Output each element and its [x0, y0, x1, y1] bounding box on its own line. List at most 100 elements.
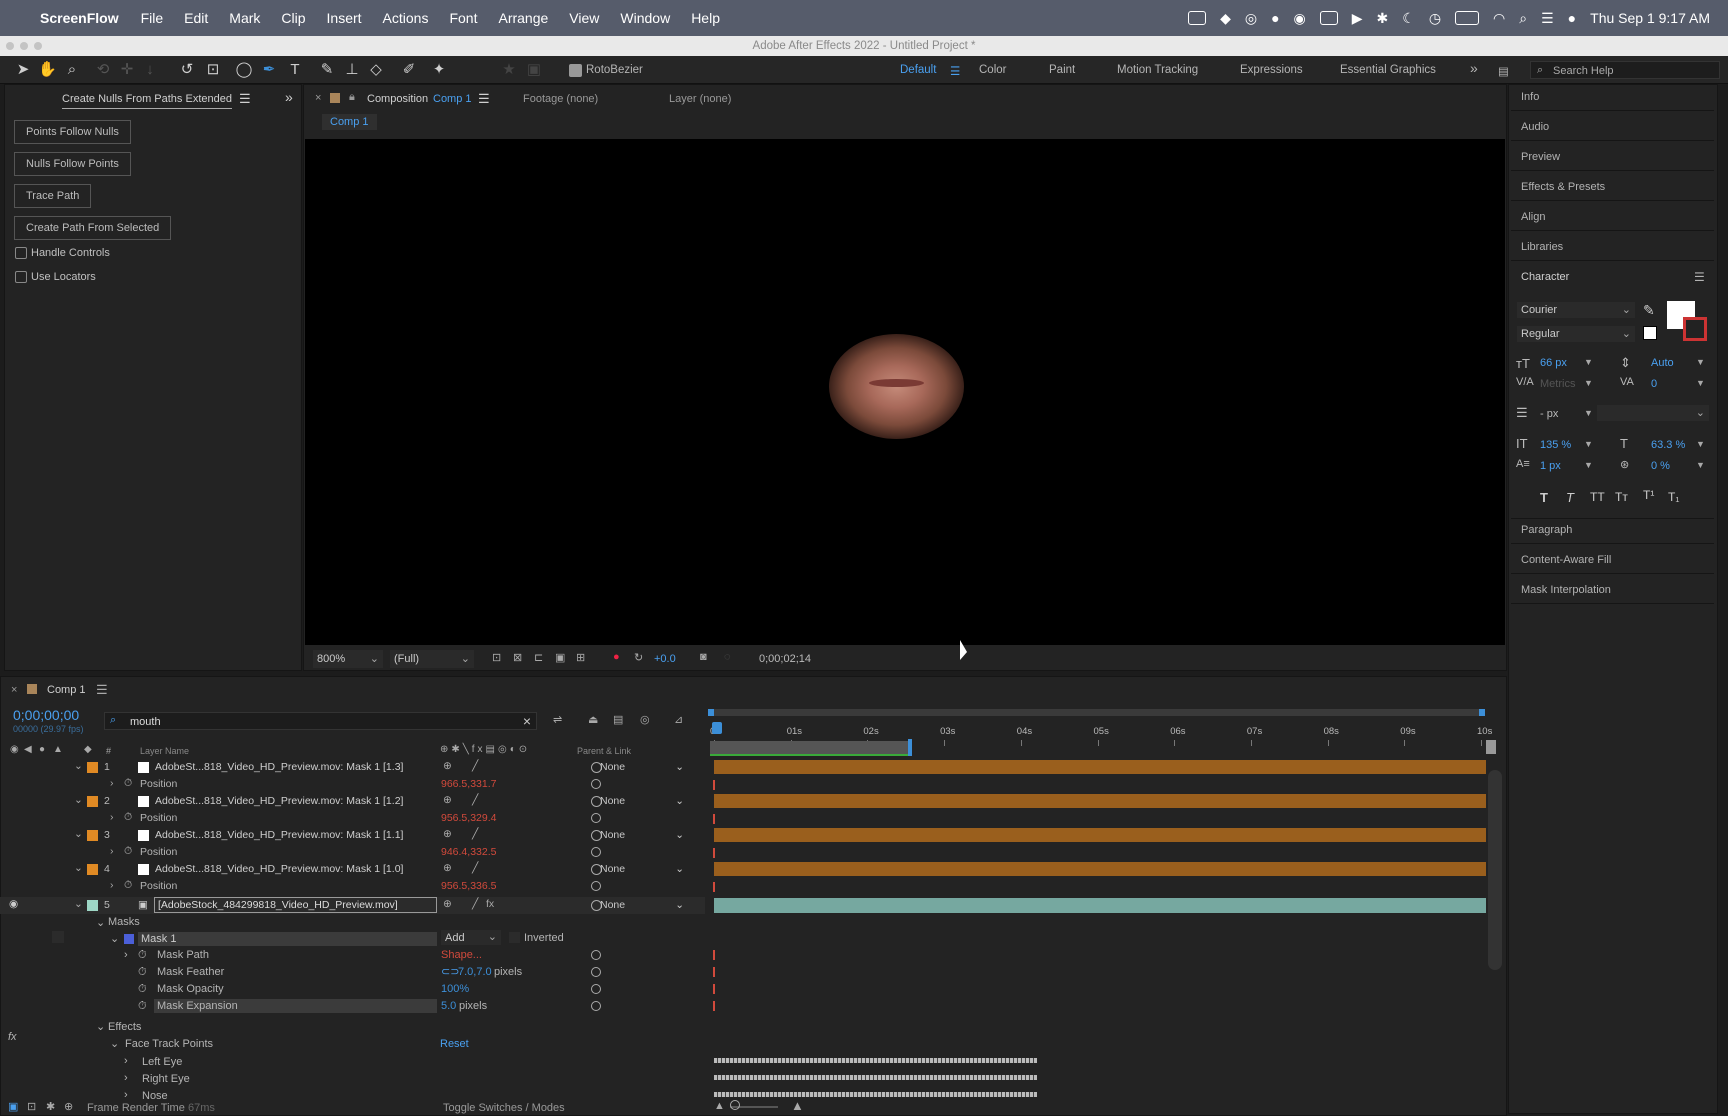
parent-dropdown[interactable]: None ⌄ [600, 863, 684, 875]
constrain-link-icon[interactable]: ⊂⊃ [441, 965, 459, 978]
paragraph-panel[interactable]: Paragraph [1521, 524, 1572, 536]
creative-cloud-icon[interactable]: ◎ [1245, 10, 1257, 27]
type-tool-icon[interactable]: T [286, 61, 304, 79]
close-timeline-tab-icon[interactable]: × [11, 684, 17, 696]
faux-italic-icon[interactable]: T [1566, 490, 1574, 505]
dropdown-arrow-icon[interactable]: ▼ [1696, 460, 1705, 470]
layer-duration-bar[interactable] [714, 794, 1486, 808]
expression-pickwhip-icon[interactable] [591, 813, 601, 823]
layer-row[interactable]: ⌄ 2 AdobeSt...818_Video_HD_Preview.mov: … [0, 793, 705, 810]
siri-icon[interactable]: ● [1568, 10, 1576, 26]
layer-name[interactable]: AdobeSt...818_Video_HD_Preview.mov: Mask… [155, 795, 403, 807]
minimize-window-icon[interactable] [20, 42, 28, 50]
quality-switch-icon[interactable]: ╱ [472, 794, 478, 806]
menu-window[interactable]: Window [620, 10, 670, 26]
stopwatch-icon[interactable]: ⏱ [138, 966, 147, 979]
chevron-down-icon[interactable]: ⌄ [74, 794, 83, 806]
position-value[interactable]: 956.5,329.4 [441, 812, 496, 824]
close-comp-tab-icon[interactable]: × [315, 92, 321, 104]
dropdown-arrow-icon[interactable]: ▼ [1584, 378, 1593, 388]
position-row[interactable]: › ⏱ Position 946.4,332.5 [0, 844, 705, 861]
zoom-dropdown[interactable]: 800% ⌄ [313, 650, 383, 668]
keyframe-track[interactable] [714, 1075, 1037, 1080]
rotate-tool-icon[interactable]: ↺ [178, 61, 196, 79]
clock-icon[interactable]: ◷ [1429, 10, 1441, 27]
chevron-right-icon[interactable]: › [110, 879, 114, 891]
shy-switch-icon[interactable]: ⊕ [443, 760, 452, 772]
moon-icon[interactable]: ☾ [1402, 10, 1415, 27]
dropdown-arrow-icon[interactable]: ▼ [1584, 460, 1593, 470]
stopwatch-icon[interactable]: ⏱ [138, 983, 147, 996]
parent-dropdown[interactable]: None ⌄ [600, 829, 684, 841]
layer-name-field[interactable]: [AdobeStock_484299818_Video_HD_Preview.m… [154, 897, 437, 913]
mask-interpolation-panel[interactable]: Mask Interpolation [1521, 584, 1611, 596]
keyframe-track[interactable] [714, 1092, 1037, 1097]
render-settings-icon[interactable]: ▣ [8, 1100, 18, 1113]
stopwatch-icon[interactable]: ⏱ [124, 845, 132, 858]
masks-expander-icon[interactable]: ⌄ [96, 916, 105, 929]
layer-row[interactable]: ⌄ 4 AdobeSt...818_Video_HD_Preview.mov: … [0, 861, 705, 878]
effects-group-label[interactable]: Effects [108, 1021, 141, 1033]
comp-marker-well[interactable] [1486, 740, 1496, 754]
menu-app-name[interactable]: ScreenFlow [40, 10, 119, 26]
shy-layers-icon[interactable]: ⏏ [588, 713, 598, 726]
comp-viewer[interactable] [305, 139, 1505, 645]
screen-record-icon[interactable] [1188, 11, 1207, 25]
keyframe-marker[interactable] [713, 984, 715, 994]
chevron-right-icon[interactable]: › [124, 1072, 128, 1084]
quality-switch-icon[interactable]: ╱ [472, 828, 478, 840]
face-track-points-effect[interactable]: Face Track Points [125, 1038, 213, 1050]
pan-tool-icon[interactable]: ✛ [118, 61, 136, 79]
use-locators-checkbox[interactable] [15, 271, 27, 283]
shy-switch-icon[interactable]: ⊕ [443, 828, 452, 840]
panel-menu-icon[interactable]: ☰ [239, 91, 251, 107]
zoom-out-icon[interactable]: ▲ [714, 1100, 725, 1112]
orbit-tool-icon[interactable]: ⟲ [94, 61, 112, 79]
font-family-dropdown[interactable]: Courier ⌄ [1517, 302, 1635, 318]
snapshot-icon[interactable]: ◙ [700, 651, 707, 663]
parent-link-column[interactable]: Parent & Link [577, 746, 631, 756]
dropdown-arrow-icon[interactable]: ▼ [1584, 439, 1593, 449]
workspace-default[interactable]: Default [900, 64, 936, 76]
dolly-tool-icon[interactable]: ↓ [141, 61, 159, 79]
superscript-icon[interactable]: T¹ [1643, 488, 1654, 502]
chevron-right-icon[interactable]: › [110, 777, 114, 789]
menu-mark[interactable]: Mark [229, 10, 260, 26]
layer-name[interactable]: AdobeSt...818_Video_HD_Preview.mov: Mask… [155, 761, 403, 773]
mask-visibility-icon[interactable]: ⊏ [534, 651, 543, 664]
mask-color-swatch[interactable] [124, 934, 134, 944]
layer-duration-bar[interactable] [714, 862, 1486, 876]
mask-prop-value[interactable]: Shape... [441, 949, 482, 961]
inverted-checkbox[interactable] [509, 932, 520, 943]
shy-switch-icon[interactable]: ⊕ [443, 862, 452, 874]
zoom-window-icon[interactable] [34, 42, 42, 50]
mask-prop-row[interactable]: Mask Expansion [154, 999, 437, 1013]
tsume-value[interactable]: 0 % [1651, 460, 1670, 472]
expand-panel-icon[interactable]: » [285, 89, 293, 105]
rotobezier-checkbox[interactable] [569, 64, 582, 77]
expression-pickwhip-icon[interactable] [591, 967, 601, 977]
menu-clip[interactable]: Clip [281, 10, 305, 26]
keyframe-marker[interactable] [713, 1001, 715, 1011]
keyboard-icon[interactable] [1319, 11, 1338, 25]
reset-exposure-icon[interactable]: ↻ [634, 651, 643, 664]
menu-insert[interactable]: Insert [327, 10, 362, 26]
expression-pickwhip-icon[interactable] [591, 847, 601, 857]
libraries-panel[interactable]: Libraries [1521, 241, 1563, 253]
current-timecode[interactable]: 0;00;02;14 [759, 653, 811, 665]
baseline-shift-value[interactable]: 1 px [1540, 460, 1561, 472]
mask-prop-row[interactable]: Mask Feather [154, 965, 437, 979]
transfer-controls-icon[interactable]: ✱ [46, 1100, 55, 1113]
expression-pickwhip-icon[interactable] [591, 950, 601, 960]
horizontal-scale-value[interactable]: 63.3 % [1651, 439, 1685, 451]
chevron-right-icon[interactable]: › [124, 1089, 128, 1101]
layer-name[interactable]: AdobeSt...818_Video_HD_Preview.mov: Mask… [155, 829, 403, 841]
menu-arrange[interactable]: Arrange [498, 10, 548, 26]
region-of-interest-icon[interactable]: ▣ [555, 651, 565, 664]
footage-tab[interactable]: Footage (none) [523, 93, 598, 105]
comp-tab-name[interactable]: Comp 1 [433, 93, 472, 105]
preview-end-marker[interactable] [908, 739, 912, 756]
more-workspaces-icon[interactable]: » [1470, 60, 1478, 76]
clear-search-icon[interactable]: × [523, 713, 531, 729]
hand-tool-icon[interactable]: ✋ [38, 61, 57, 79]
